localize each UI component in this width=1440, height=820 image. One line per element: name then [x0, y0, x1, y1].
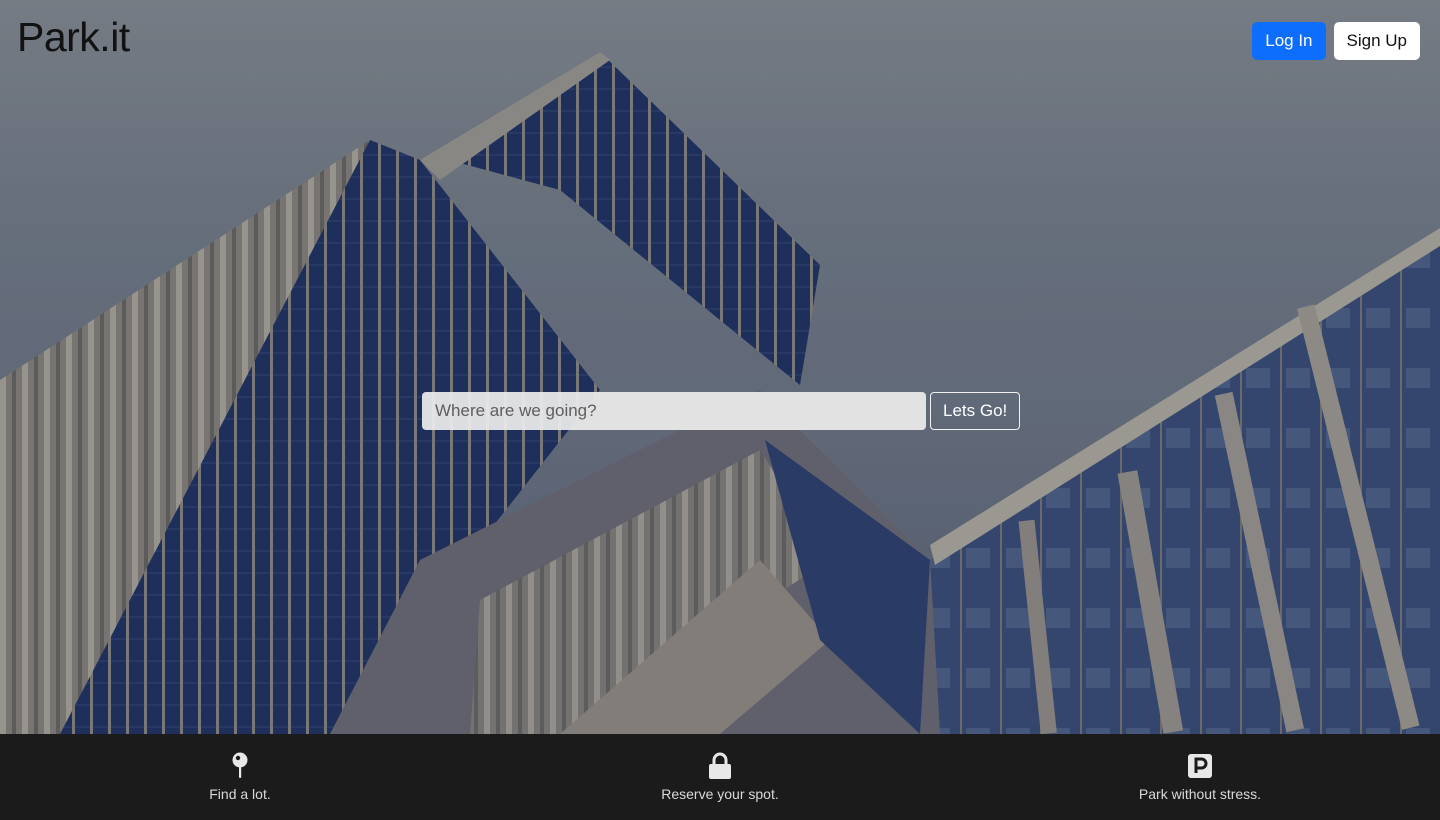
feature-label: Park without stress.	[1138, 786, 1262, 802]
parking-icon	[1187, 752, 1213, 780]
destination-search-input[interactable]	[422, 392, 926, 430]
feature-label: Reserve your spot.	[661, 786, 779, 802]
lock-icon	[707, 752, 733, 780]
search-bar: Lets Go!	[422, 392, 1021, 430]
feature-find-lot: Find a lot.	[140, 752, 340, 802]
feature-reserve-spot: Reserve your spot.	[620, 752, 820, 802]
hero-section: Park.it Log In Sign Up Lets Go!	[0, 0, 1440, 734]
background-building-image	[0, 0, 1440, 734]
feature-label: Find a lot.	[209, 786, 271, 802]
lets-go-button[interactable]: Lets Go!	[930, 392, 1021, 430]
site-logo[interactable]: Park.it	[17, 14, 130, 61]
auth-buttons: Log In Sign Up	[1252, 22, 1420, 60]
map-pin-icon	[231, 752, 249, 780]
signup-button[interactable]: Sign Up	[1333, 22, 1420, 60]
feature-park-stress-free: Park without stress.	[1100, 752, 1300, 802]
login-button[interactable]: Log In	[1252, 22, 1326, 60]
features-footer: Find a lot. Reserve your spot. Park with…	[0, 734, 1440, 820]
